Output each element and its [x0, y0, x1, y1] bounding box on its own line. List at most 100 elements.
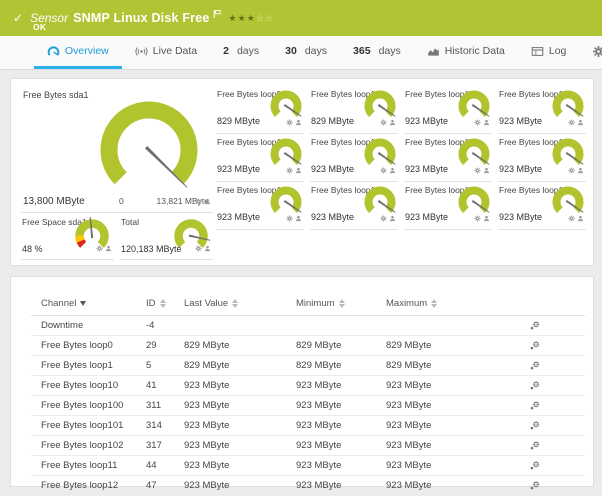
gear-icon[interactable]	[286, 113, 293, 131]
user-icon[interactable]	[577, 161, 584, 179]
gauge-cell-actions[interactable]	[474, 113, 490, 131]
user-icon[interactable]	[483, 209, 490, 227]
cell-maximum: 923 MByte	[386, 400, 432, 411]
star-icon[interactable]: ★	[247, 13, 256, 23]
gauge-cell-actions[interactable]	[195, 192, 211, 210]
column-header-last-value[interactable]: Last Value	[184, 298, 296, 309]
user-icon[interactable]	[204, 192, 211, 210]
user-icon[interactable]	[389, 209, 396, 227]
user-icon[interactable]	[295, 113, 302, 131]
gear-icon[interactable]	[380, 113, 387, 131]
cell-last-value: 923 MByte	[184, 400, 230, 411]
column-header-channel[interactable]: Channel	[41, 298, 146, 309]
gear-icon[interactable]	[568, 161, 575, 179]
user-icon[interactable]	[204, 239, 211, 257]
gear-icon[interactable]	[380, 209, 387, 227]
star-icon[interactable]: ★	[238, 13, 247, 23]
user-icon[interactable]	[577, 209, 584, 227]
gauge-value: 923 MByte	[499, 164, 543, 174]
tab-log[interactable]: Log	[518, 36, 580, 69]
cell-channel[interactable]: Free Bytes loop10	[41, 380, 146, 391]
gauge-cell: Free Bytes loop12 923 MByte	[498, 134, 586, 182]
gear-icon[interactable]	[474, 161, 481, 179]
channel-settings-icon[interactable]	[529, 480, 559, 491]
gauge-cell-actions[interactable]	[286, 113, 302, 131]
gear-icon[interactable]	[286, 209, 293, 227]
gauge-cell-actions[interactable]	[96, 239, 112, 257]
channel-settings-icon[interactable]	[529, 340, 559, 351]
channel-settings-icon[interactable]	[529, 420, 559, 431]
gauge-cell-actions[interactable]	[568, 161, 584, 179]
cell-channel[interactable]: Free Bytes loop101	[41, 420, 146, 431]
table-row: Free Bytes loop102 317 923 MByte 923 MByte 9…	[31, 436, 585, 456]
channel-settings-icon[interactable]	[529, 360, 559, 371]
user-icon[interactable]	[483, 113, 490, 131]
tab-overview[interactable]: Overview	[34, 36, 122, 69]
gear-icon[interactable]	[195, 239, 202, 257]
cell-minimum: 829 MByte	[296, 340, 342, 351]
channel-settings-icon[interactable]	[529, 400, 559, 411]
user-icon[interactable]	[295, 161, 302, 179]
tab-days[interactable]: 2 days	[210, 36, 272, 69]
gauge-cell-actions[interactable]	[380, 209, 396, 227]
user-icon[interactable]	[577, 113, 584, 131]
gear-icon[interactable]	[568, 113, 575, 131]
gear-icon[interactable]	[286, 161, 293, 179]
column-header-maximum[interactable]: Maximum	[386, 298, 529, 309]
channel-settings-icon[interactable]	[529, 460, 559, 471]
cell-last-value: 923 MByte	[184, 460, 230, 471]
channel-settings-icon[interactable]	[529, 440, 559, 451]
chart-icon	[427, 45, 440, 58]
gauge-cell-actions[interactable]	[286, 209, 302, 227]
table-row: Free Bytes loop1 5 829 MByte 829 MByte 829 M…	[31, 356, 585, 376]
channel-settings-icon[interactable]	[529, 320, 559, 331]
gauge-cell: Free Bytes loop10 923 MByte	[404, 86, 492, 134]
tab-live-data[interactable]: Live Data	[122, 36, 210, 69]
sort-icons	[338, 298, 345, 308]
gauge-cell-actions[interactable]	[380, 161, 396, 179]
user-icon[interactable]	[483, 161, 490, 179]
tab-settings[interactable]: Settings	[579, 36, 602, 69]
gauge-cell-actions[interactable]	[568, 113, 584, 131]
gear-icon[interactable]	[380, 161, 387, 179]
tab-days[interactable]: 30 days	[272, 36, 340, 69]
gear-icon[interactable]	[96, 239, 103, 257]
channel-table: Channel ID Last Value Minimum Maximum Downtim…	[31, 291, 585, 496]
gauge-value: 120,183 MByte	[121, 244, 182, 254]
gear-icon[interactable]	[568, 209, 575, 227]
gear-icon[interactable]	[474, 209, 481, 227]
user-icon[interactable]	[105, 239, 112, 257]
gear-icon[interactable]	[474, 113, 481, 131]
star-icon[interactable]: ☆	[265, 13, 274, 23]
gear-icon[interactable]	[195, 192, 202, 210]
channel-settings-icon[interactable]	[529, 380, 559, 391]
tab-days[interactable]: 365 days	[340, 36, 414, 69]
star-icon[interactable]: ☆	[256, 13, 265, 23]
column-header-id[interactable]: ID	[146, 298, 184, 309]
cell-channel[interactable]: Downtime	[41, 320, 146, 331]
cell-channel[interactable]: Free Bytes loop11	[41, 460, 146, 471]
user-icon[interactable]	[389, 113, 396, 131]
cell-channel[interactable]: Free Bytes loop102	[41, 440, 146, 451]
gauge-cell-actions[interactable]	[474, 161, 490, 179]
cell-channel[interactable]: Free Bytes loop12	[41, 480, 146, 491]
table-row: Free Bytes loop10 41 923 MByte 923 MByte 923…	[31, 376, 585, 396]
gauge-cell-actions[interactable]	[568, 209, 584, 227]
tab-historic-data[interactable]: Historic Data	[414, 36, 518, 69]
priority-stars[interactable]: ★★★☆☆	[229, 13, 274, 24]
tab-label: Historic Data	[444, 45, 505, 57]
gauge-cell-actions[interactable]	[195, 239, 211, 257]
cell-channel[interactable]: Free Bytes loop100	[41, 400, 146, 411]
user-icon[interactable]	[295, 209, 302, 227]
gauge-cell-actions[interactable]	[474, 209, 490, 227]
cell-channel[interactable]: Free Bytes loop0	[41, 340, 146, 351]
gauge-value: 48 %	[22, 244, 43, 254]
cell-maximum: 829 MByte	[386, 360, 432, 371]
gauge-cell-actions[interactable]	[380, 113, 396, 131]
user-icon[interactable]	[389, 161, 396, 179]
cell-channel[interactable]: Free Bytes loop1	[41, 360, 146, 371]
flag-icon[interactable]	[213, 6, 221, 24]
star-icon[interactable]: ★	[229, 13, 238, 23]
gauge-cell-actions[interactable]	[286, 161, 302, 179]
column-header-minimum[interactable]: Minimum	[296, 298, 386, 309]
